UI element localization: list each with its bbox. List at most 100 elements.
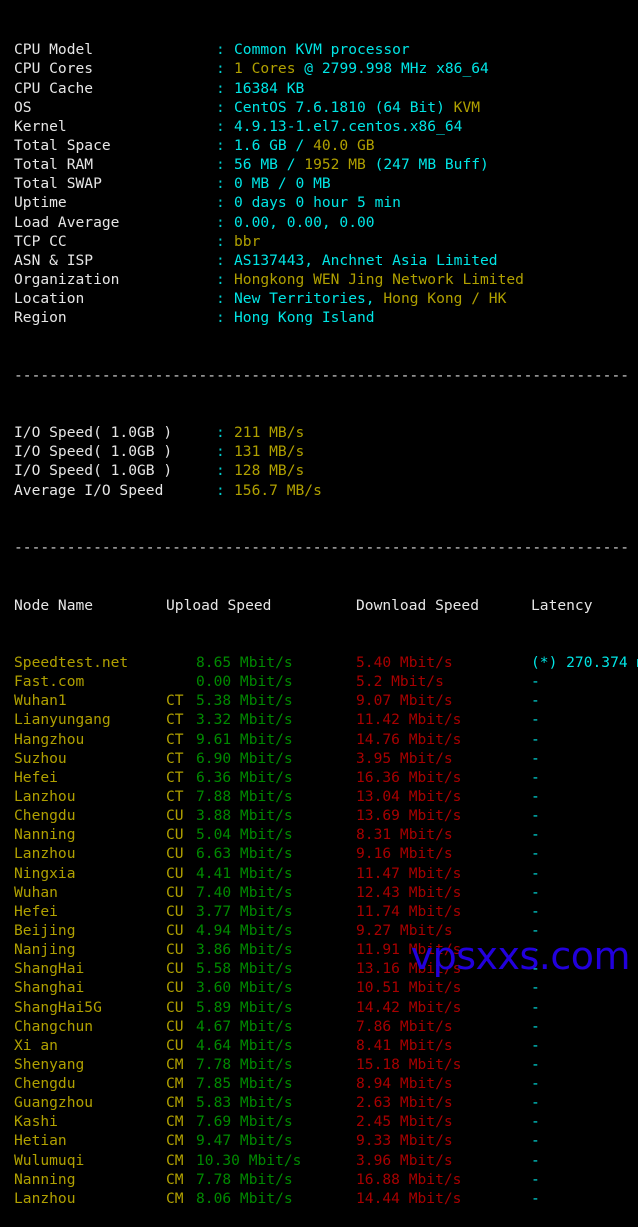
cell-isp-code: CT [166,749,196,768]
table-row: ShanghaiCU3.60 Mbit/s10.51 Mbit/s- [0,978,638,997]
cell-latency: - [531,1151,540,1170]
cell-isp-code: CT [166,787,196,806]
cell-isp-code: CM [166,1093,196,1112]
cell-isp-code: CM [166,1074,196,1093]
cell-isp-code: CU [166,978,196,997]
info-value-trailer: (247 MB Buff) [366,156,489,173]
system-info-row: Kernel:4.9.13-1.el7.centos.x86_64 [0,117,638,136]
cell-node-name: Wulumuqi [14,1151,166,1170]
cell-upload-speed: 5.04 Mbit/s [196,825,356,844]
info-value: New Territories, [234,290,383,307]
cell-upload-speed: 7.69 Mbit/s [196,1112,356,1131]
io-value: 131 MB/s [234,443,304,460]
io-speed-row: I/O Speed( 1.0GB ):131 MB/s [0,442,638,461]
table-row: ChangchunCU4.67 Mbit/s7.86 Mbit/s- [0,1017,638,1036]
info-colon: : [216,136,234,155]
cell-isp-code: CT [166,710,196,729]
cell-upload-speed: 7.85 Mbit/s [196,1074,356,1093]
system-info-row: CPU Model:Common KVM processor [0,40,638,59]
info-value: 1 Cores [234,60,296,77]
cell-download-speed: 9.07 Mbit/s [356,691,531,710]
cell-latency: - [531,806,540,825]
cell-node-name: Nanjing [14,940,166,959]
cell-node-name: Guangzhou [14,1093,166,1112]
cell-upload-speed: 4.41 Mbit/s [196,864,356,883]
io-colon: : [216,423,234,442]
cell-download-speed: 11.74 Mbit/s [356,902,531,921]
header-download-speed: Download Speed [356,596,531,615]
speedtest-table-body: Speedtest.net8.65 Mbit/s5.40 Mbit/s(*) 2… [0,653,638,1208]
system-info-row: TCP CC:bbr [0,232,638,251]
info-value: Hongkong WEN Jing Network Limited [234,271,524,288]
table-row: ChengduCU3.88 Mbit/s13.69 Mbit/s- [0,806,638,825]
cell-isp-code: CM [166,1112,196,1131]
info-label: TCP CC [14,232,216,251]
cell-download-speed: 13.69 Mbit/s [356,806,531,825]
info-value: 0 days 0 hour 5 min [234,194,401,211]
info-value: 1.6 GB / [234,137,313,154]
cell-latency: - [531,691,540,710]
info-label: Total Space [14,136,216,155]
info-colon: : [216,155,234,174]
cell-latency: - [531,1017,540,1036]
info-value-extra: 40.0 GB [313,137,375,154]
cell-latency: - [531,672,540,691]
cell-upload-speed: 5.89 Mbit/s [196,998,356,1017]
cell-latency: - [531,768,540,787]
cell-node-name: Hefei [14,768,166,787]
info-label: Load Average [14,213,216,232]
cell-latency: - [531,1189,540,1208]
cell-isp-code: CT [166,691,196,710]
cell-upload-speed: 8.06 Mbit/s [196,1189,356,1208]
cell-node-name: ShangHai [14,959,166,978]
system-info-block: CPU Model:Common KVM processorCPU Cores:… [0,40,638,327]
header-node-name: Node Name [14,596,166,615]
info-label: CPU Cache [14,79,216,98]
info-label: OS [14,98,216,117]
table-row: SuzhouCT6.90 Mbit/s3.95 Mbit/s- [0,749,638,768]
table-row: LanzhouCU6.63 Mbit/s9.16 Mbit/s- [0,844,638,863]
info-value: 0.00, 0.00, 0.00 [234,214,375,231]
table-row: GuangzhouCM5.83 Mbit/s2.63 Mbit/s- [0,1093,638,1112]
cell-latency: - [531,1055,540,1074]
info-colon: : [216,98,234,117]
cell-upload-speed: 9.47 Mbit/s [196,1131,356,1150]
cell-node-name: Lanzhou [14,787,166,806]
info-label: Region [14,308,216,327]
cell-node-name: Nanning [14,1170,166,1189]
info-colon: : [216,213,234,232]
speedtest-table-header: Node NameUpload SpeedDownload SpeedLaten… [0,596,638,615]
cell-node-name: Hangzhou [14,730,166,749]
system-info-row: Total Space:1.6 GB / 40.0 GB [0,136,638,155]
info-label: Uptime [14,193,216,212]
cell-isp-code: CU [166,806,196,825]
table-row: ChengduCM7.85 Mbit/s8.94 Mbit/s- [0,1074,638,1093]
cell-node-name: Lanzhou [14,1189,166,1208]
io-colon: : [216,461,234,480]
cell-isp-code: CU [166,844,196,863]
info-label: Organization [14,270,216,289]
cell-latency: - [531,1131,540,1150]
table-row: Fast.com0.00 Mbit/s5.2 Mbit/s- [0,672,638,691]
cell-isp-code: CM [166,1151,196,1170]
info-value: Common KVM processor [234,41,410,58]
cell-download-speed: 9.33 Mbit/s [356,1131,531,1150]
system-info-row: Total SWAP:0 MB / 0 MB [0,174,638,193]
table-row: NanningCM7.78 Mbit/s16.88 Mbit/s- [0,1170,638,1189]
system-info-row: ASN & ISP:AS137443, Anchnet Asia Limited [0,251,638,270]
info-colon: : [216,289,234,308]
system-info-row: Uptime:0 days 0 hour 5 min [0,193,638,212]
cell-isp-code: CM [166,1189,196,1208]
table-row: LianyungangCT3.32 Mbit/s11.42 Mbit/s- [0,710,638,729]
info-value: AS137443, Anchnet Asia Limited [234,252,498,269]
cell-upload-speed: 10.30 Mbit/s [196,1151,356,1170]
cell-node-name: Lianyungang [14,710,166,729]
cell-download-speed: 11.47 Mbit/s [356,864,531,883]
cell-upload-speed: 3.60 Mbit/s [196,978,356,997]
system-info-row: Organization:Hongkong WEN Jing Network L… [0,270,638,289]
cell-download-speed: 14.76 Mbit/s [356,730,531,749]
cell-download-speed: 14.44 Mbit/s [356,1189,531,1208]
cell-upload-speed: 3.86 Mbit/s [196,940,356,959]
cell-node-name: Chengdu [14,806,166,825]
table-row: ShenyangCM7.78 Mbit/s15.18 Mbit/s- [0,1055,638,1074]
